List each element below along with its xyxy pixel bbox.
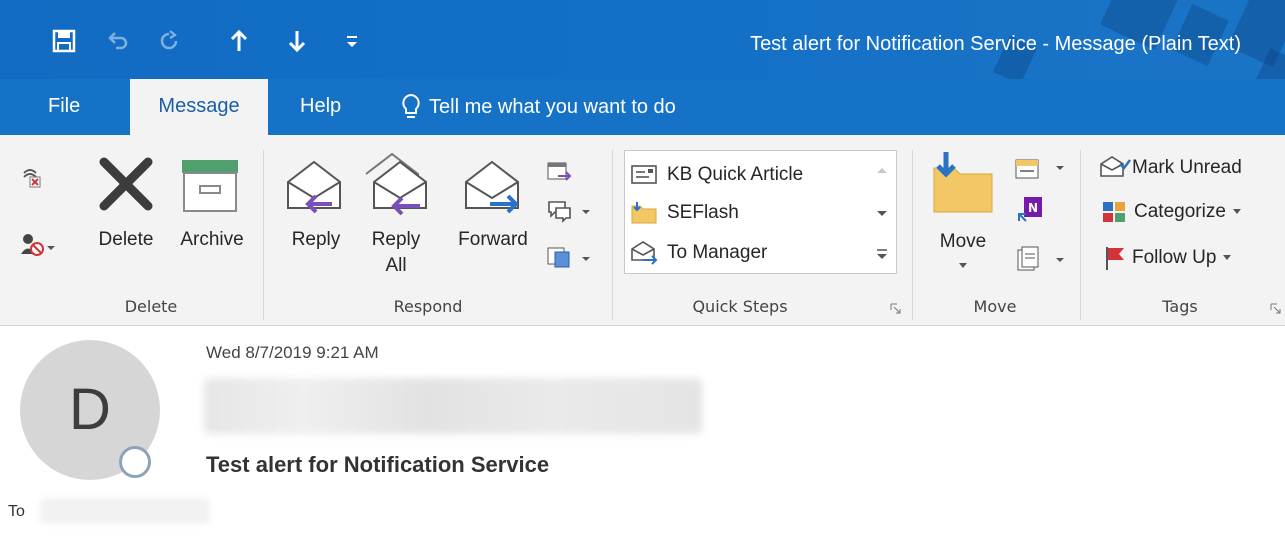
chevron-down-icon (1232, 209, 1241, 214)
lightbulb-icon (402, 93, 420, 118)
more-respond-icon[interactable] (546, 245, 592, 271)
quick-step-label: To Manager (667, 242, 768, 263)
junk-icon[interactable] (20, 232, 56, 258)
onenote-icon[interactable]: N (1016, 194, 1046, 224)
follow-up-label: Follow Up (1132, 247, 1217, 268)
quick-step-kb-quick-article[interactable]: KB Quick Article (629, 157, 803, 193)
separator (612, 150, 613, 320)
reply-all-label-2: All (385, 255, 407, 276)
move-icon[interactable] (928, 148, 996, 214)
mark-unread-icon (1100, 156, 1131, 177)
quick-step-to-manager[interactable]: To Manager (629, 235, 767, 271)
archive-icon[interactable] (180, 158, 240, 214)
group-label-move: Move (973, 297, 1017, 316)
im-reply-icon[interactable] (546, 198, 592, 224)
archive-button[interactable]: Archive (170, 227, 254, 253)
svg-text:N: N (1028, 201, 1038, 215)
arrow-up-icon[interactable] (229, 29, 249, 53)
redo-icon[interactable] (158, 30, 180, 52)
recipients-redacted (40, 498, 210, 524)
quick-steps-scrollbar[interactable] (868, 150, 897, 274)
flag-icon (1106, 247, 1124, 270)
dialog-launcher-icon[interactable] (1270, 303, 1282, 315)
categorize-icon (1103, 202, 1125, 222)
ribbon-tabs: File Message Help Tell me what you want … (0, 79, 1285, 135)
reply-button[interactable]: Reply (280, 227, 352, 253)
chevron-down-icon (1223, 255, 1232, 260)
group-label-respond: Respond (393, 297, 463, 316)
presence-status-icon (119, 446, 151, 478)
tab-message[interactable]: Message (130, 79, 268, 135)
separator (263, 150, 264, 320)
tab-file[interactable]: File (30, 79, 98, 133)
forward-button[interactable]: Forward (448, 227, 538, 253)
group-label-quick-steps: Quick Steps (692, 297, 788, 316)
move-button[interactable]: Move (928, 229, 998, 255)
sender-redacted (204, 378, 702, 434)
chevron-down-icon[interactable] (958, 262, 968, 270)
scroll-down-icon[interactable] (875, 209, 889, 219)
reply-icon[interactable] (284, 156, 346, 218)
dialog-launcher-icon[interactable] (890, 303, 902, 315)
ignore-icon[interactable] (22, 167, 46, 189)
mark-unread-label: Mark Unread (1132, 157, 1242, 178)
note-icon (631, 165, 657, 184)
categorize-button[interactable]: Categorize (1100, 198, 1242, 226)
reply-all-button[interactable]: Reply All (362, 227, 430, 279)
expand-gallery-icon[interactable] (875, 247, 889, 261)
actions-icon[interactable] (1012, 244, 1066, 274)
undo-icon[interactable] (106, 30, 128, 52)
save-icon[interactable] (52, 29, 76, 53)
window-title: Test alert for Notification Service - Me… (750, 33, 1241, 55)
message-subject: Test alert for Notification Service (206, 452, 550, 477)
group-label-delete: Delete (124, 297, 178, 316)
move-to-folder-icon (631, 202, 657, 224)
quick-step-label: KB Quick Article (667, 164, 804, 185)
follow-up-button[interactable]: Follow Up (1102, 244, 1232, 272)
scroll-up-icon[interactable] (875, 165, 889, 175)
quick-step-label: SEFlash (667, 202, 739, 223)
group-label-tags: Tags (1162, 297, 1198, 316)
rules-icon[interactable] (1012, 154, 1066, 182)
delete-button[interactable]: Delete (90, 227, 162, 253)
reply-all-label-1: Reply (371, 229, 421, 250)
forward-icon[interactable] (462, 156, 524, 218)
tab-help[interactable]: Help (282, 79, 359, 133)
forward-mail-icon (631, 241, 658, 265)
quick-steps-gallery: KB Quick Article SEFlash To Manager (624, 150, 870, 274)
to-label: To (8, 503, 25, 520)
separator (912, 150, 913, 320)
arrow-down-icon[interactable] (287, 29, 307, 53)
tell-me-box[interactable]: Tell me what you want to do (400, 92, 676, 122)
quick-step-seflash[interactable]: SEFlash (629, 195, 739, 231)
reply-all-icon[interactable] (362, 150, 432, 218)
delete-icon[interactable] (98, 156, 154, 212)
separator (1080, 150, 1081, 320)
categorize-label: Categorize (1134, 201, 1226, 222)
customize-icon[interactable] (345, 34, 359, 50)
message-date: Wed 8/7/2019 9:21 AM (206, 343, 379, 362)
meeting-icon[interactable] (546, 160, 572, 186)
tell-me-label: Tell me what you want to do (429, 95, 676, 118)
mark-unread-button[interactable]: Mark Unread (1098, 154, 1242, 182)
